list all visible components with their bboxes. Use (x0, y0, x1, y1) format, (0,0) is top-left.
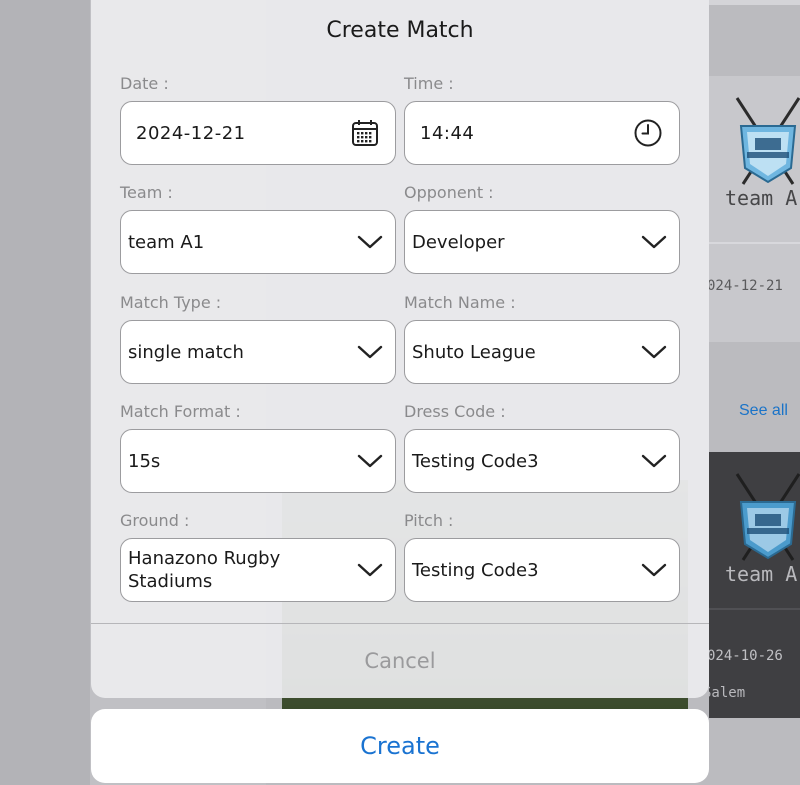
chevron-down-icon (641, 344, 667, 360)
background-top-card (709, 0, 800, 5)
dress-code-select[interactable]: Testing Code3 (404, 429, 680, 493)
create-match-sheet: Create Match Date : 2024-12-21 Time: 14… (91, 0, 709, 698)
see-all-link: See all (739, 402, 788, 419)
background-left-strip (0, 0, 90, 785)
dress-code-value: Testing Code3 (412, 450, 539, 472)
background-card-date: 024-10-26 (709, 648, 783, 664)
opponent-value: Developer (412, 231, 505, 253)
background-match-card: team A 024-12-21 (709, 76, 800, 342)
match-name-label: Match Name : (404, 293, 516, 312)
ground-value: Hanazono Rugby Stadiums (128, 548, 281, 592)
background-card-date: 024-12-21 (709, 278, 783, 294)
match-type-select[interactable]: single match (120, 320, 396, 384)
background-card-team: team A (725, 186, 798, 210)
match-format-select[interactable]: 15s (120, 429, 396, 493)
sheet-title: Create Match (326, 18, 474, 43)
cancel-button[interactable]: Cancel (91, 624, 709, 698)
team-select[interactable]: team A1 (120, 210, 396, 274)
team-label: Team : (120, 183, 173, 202)
date-label: Date : (120, 74, 169, 93)
ground-label: Ground : (120, 511, 190, 530)
match-name-value: Shuto League (412, 341, 536, 363)
team-logo-icon (735, 473, 800, 561)
chevron-down-icon (357, 453, 383, 469)
chevron-down-icon (357, 562, 383, 578)
match-name-select[interactable]: Shuto League (404, 320, 680, 384)
clock-icon[interactable] (633, 118, 663, 148)
calendar-icon[interactable] (351, 119, 379, 147)
match-type-field: Match Type : single match (120, 293, 396, 384)
opponent-select[interactable]: Developer (404, 210, 680, 274)
match-type-value: single match (128, 341, 244, 363)
date-input[interactable]: 2024-12-21 (120, 101, 396, 165)
chevron-down-icon (641, 234, 667, 250)
chevron-down-icon (641, 562, 667, 578)
dress-code-label: Dress Code : (404, 402, 506, 421)
date-value: 2024-12-21 (136, 122, 246, 144)
match-format-value: 15s (128, 450, 161, 472)
background-card-divider (709, 608, 800, 610)
time-input[interactable]: 14:44 (404, 101, 680, 165)
pitch-label: Pitch : (404, 511, 454, 530)
ground-select[interactable]: Hanazono Rugby Stadiums (120, 538, 396, 602)
background-card-divider (709, 242, 800, 244)
chevron-down-icon (357, 344, 383, 360)
chevron-down-icon (641, 453, 667, 469)
pitch-field: Pitch : Testing Code3 (404, 511, 680, 602)
pitch-select[interactable]: Testing Code3 (404, 538, 680, 602)
match-type-label: Match Type : (120, 293, 222, 312)
team-field: Team : team A1 (120, 183, 396, 274)
chevron-down-icon (357, 234, 383, 250)
match-format-field: Match Format : 15s (120, 402, 396, 493)
team-value: team A1 (128, 231, 205, 253)
time-value: 14:44 (420, 122, 475, 144)
time-field: Time : 14:44 (404, 74, 680, 165)
pitch-value: Testing Code3 (412, 559, 539, 581)
create-button[interactable]: Create (91, 709, 709, 783)
background-match-card: team A 024-10-26 Salem (709, 452, 800, 718)
time-label: Time : (404, 74, 454, 93)
match-name-field: Match Name : Shuto League (404, 293, 680, 384)
opponent-field: Opponent : Developer (404, 183, 680, 274)
date-field: Date : 2024-12-21 (120, 74, 396, 165)
team-logo-icon (735, 97, 800, 185)
opponent-label: Opponent : (404, 183, 494, 202)
background-card-venue: Salem (709, 685, 746, 701)
background-card-team: team A (725, 562, 798, 586)
ground-field: Ground : Hanazono Rugby Stadiums (120, 511, 396, 602)
dress-code-field: Dress Code : Testing Code3 (404, 402, 680, 493)
match-format-label: Match Format : (120, 402, 241, 421)
